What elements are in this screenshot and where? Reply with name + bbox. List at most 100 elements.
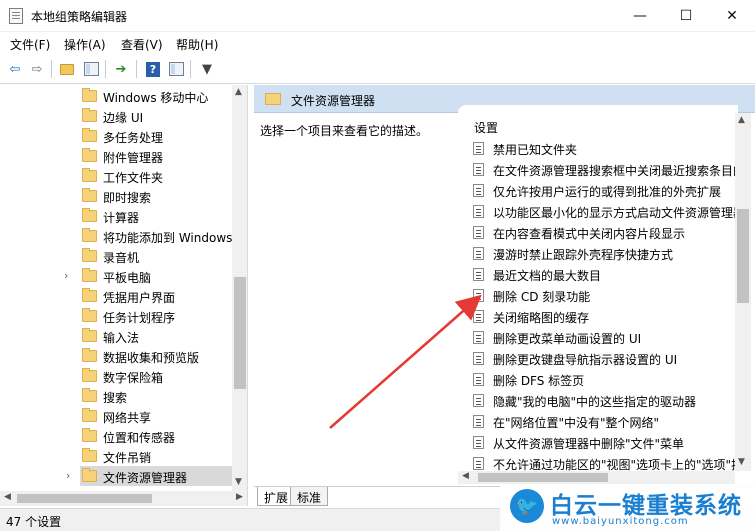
menu-view[interactable]: 查看(V) [121,36,163,53]
menu-action[interactable]: 操作(A) [64,36,106,53]
tree-item[interactable]: 凭据用户界面 [0,286,232,306]
tree-item[interactable]: 输入法 [0,326,232,346]
tree-item[interactable]: 计算器 [0,206,232,226]
scroll-down-icon[interactable]: ▼ [738,457,745,467]
setting-row[interactable]: 删除 DFS 标签页 [470,369,738,390]
folder-icon [82,88,97,102]
scroll-up-icon[interactable]: ▲ [235,87,242,97]
tree-item[interactable]: 任务计划程序 [0,306,232,326]
menu-file[interactable]: 文件(F) [10,36,50,53]
tree-item-label: 录音机 [103,251,140,265]
scroll-thumb[interactable] [17,494,152,503]
folder-icon [82,148,97,162]
tree-item[interactable]: 边缘 UI [0,106,232,126]
tree-item-label: 任务计划程序 [103,311,176,325]
folder-icon [82,408,97,422]
tree-item[interactable]: 数字保险箱 [0,366,232,386]
folder-icon [82,268,97,282]
policy-editor-icon [9,8,23,24]
scroll-up-icon[interactable]: ▲ [738,115,745,125]
tree-vertical-scrollbar[interactable]: ▲ ▼ [232,85,247,491]
details-title: 文件资源管理器 [291,94,376,108]
setting-label: 在"网络位置"中没有"整个网络" [493,416,660,430]
tree-item[interactable]: 将功能添加到 Windows [0,226,232,246]
setting-row[interactable]: 在"网络位置"中没有"整个网络" [470,411,738,432]
tree-item[interactable]: 搜索 [0,386,232,406]
setting-row[interactable]: 最近文档的最大数目 [470,264,738,285]
setting-row[interactable]: 在内容查看模式中关闭内容片段显示 [470,222,738,243]
expand-chevron-icon[interactable]: › [64,269,68,282]
policy-setting-icon [473,184,484,197]
setting-row[interactable]: 以功能区最小化的显示方式启动文件资源管理器 [470,201,738,222]
tree-item-label: 多任务处理 [103,131,164,145]
scroll-left-icon[interactable]: ◀ [462,471,469,481]
help-icon[interactable]: ? [144,60,162,78]
folder-icon [82,188,97,202]
menu-bar: 文件(F) 操作(A) 查看(V) 帮助(H) [0,32,755,54]
scroll-right-icon[interactable]: ▶ [236,492,243,502]
setting-row[interactable]: 禁用已知文件夹 [470,138,738,159]
tree-item[interactable]: 多任务处理 [0,126,232,146]
tree-item[interactable]: 附件管理器 [0,146,232,166]
scroll-left-icon[interactable]: ◀ [4,492,11,502]
tree-item[interactable]: 文件资源管理器 [80,466,232,486]
settings-horizontal-scrollbar[interactable]: ◀ [458,471,735,484]
folder-icon [265,93,281,105]
up-folder-icon[interactable] [58,60,76,78]
maximize-button[interactable]: ☐ [663,0,709,32]
tab-standard[interactable]: 标准 [290,487,329,506]
settings-column-header[interactable]: 设置 [474,119,498,136]
tree-item[interactable]: Windows 移动中心 [0,86,232,106]
tree-item[interactable]: 数据收集和预览版 [0,346,232,366]
setting-row[interactable]: 漫游时禁止跟踪外壳程序快捷方式 [470,243,738,264]
setting-label: 隐藏"我的电脑"中的这些指定的驱动器 [493,395,697,409]
setting-row[interactable]: 删除 CD 刻录功能 [470,285,738,306]
scroll-thumb[interactable] [737,209,749,303]
setting-label: 仅允许按用户运行的或得到批准的外壳扩展 [493,185,722,199]
tree-item-label: 附件管理器 [103,151,164,165]
back-arrow-icon[interactable]: ⇦ [6,60,24,78]
tree-horizontal-scrollbar[interactable]: ◀ ▶ [0,491,247,506]
tree-item[interactable]: 工作文件夹 [0,166,232,186]
show-tree-icon[interactable] [82,60,100,78]
tree-item[interactable]: 即时搜索 [0,186,232,206]
tree-item-label: 边缘 UI [103,111,144,125]
filter-icon[interactable]: ▼ [198,60,216,78]
tree-item-label: 工作文件夹 [103,171,164,185]
setting-label: 禁用已知文件夹 [493,143,578,157]
properties-icon[interactable] [167,60,185,78]
policy-setting-icon [473,331,484,344]
close-button[interactable]: ✕ [709,0,755,32]
setting-row[interactable]: 关闭缩略图的缓存 [470,306,738,327]
setting-row[interactable]: 不允许通过功能区的"视图"选项卡上的"选项"按 [470,453,738,471]
setting-row[interactable]: 删除更改键盘导航指示器设置的 UI [470,348,738,369]
scroll-down-icon[interactable]: ▼ [235,477,242,487]
setting-row[interactable]: 隐藏"我的电脑"中的这些指定的驱动器 [470,390,738,411]
menu-help[interactable]: 帮助(H) [176,36,218,53]
description-text: 选择一个项目来查看它的描述。 [260,124,429,138]
setting-row[interactable]: 删除更改菜单动画设置的 UI [470,327,738,348]
policy-setting-icon [473,310,484,323]
settings-vertical-scrollbar[interactable]: ▲ ▼ [735,113,751,471]
scroll-thumb[interactable] [478,473,608,482]
window-title: 本地组策略编辑器 [31,10,128,24]
toolbar-separator [190,60,191,78]
minimize-button[interactable]: — [617,0,663,32]
scroll-thumb[interactable] [234,277,246,389]
expand-chevron-icon[interactable]: › [66,469,70,482]
setting-label: 最近文档的最大数目 [493,269,602,283]
tree-item[interactable]: 网络共享 [0,406,232,426]
forward-arrow-icon[interactable]: ⇨ [28,60,46,78]
tree-item[interactable]: 录音机 [0,246,232,266]
setting-label: 删除更改键盘导航指示器设置的 UI [493,353,678,367]
tree-item[interactable]: › 平板电脑 [0,266,232,286]
export-list-icon[interactable]: ➔ [112,60,130,78]
toolbar-separator [136,60,137,78]
setting-row[interactable]: 仅允许按用户运行的或得到批准的外壳扩展 [470,180,738,201]
tree-item[interactable]: 位置和传感器 [0,426,232,446]
tree-item[interactable]: 文件吊销 [0,446,232,466]
tree-item-label: 位置和传感器 [103,431,176,445]
watermark-text: 白云一键重装系统 [550,493,742,519]
setting-row[interactable]: 从文件资源管理器中删除"文件"菜单 [470,432,738,453]
setting-row[interactable]: 在文件资源管理器搜索框中关闭最近搜索条目的 [470,159,738,180]
